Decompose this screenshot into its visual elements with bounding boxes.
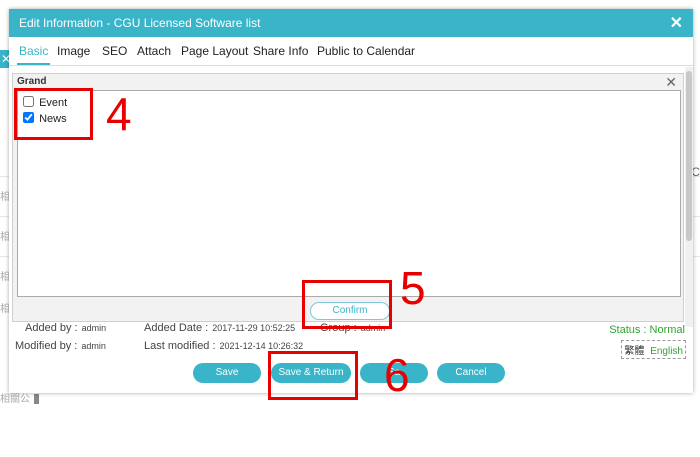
tab-page-layout[interactable]: Page Layout [181, 44, 248, 58]
modified-by: Modified by : admin [15, 340, 106, 352]
added-by: Added by : admin [25, 322, 107, 334]
status-text: Status : Normal [609, 324, 685, 336]
edit-information-dialog: Edit Information - CGU Licensed Software… [9, 9, 693, 393]
cancel-button[interactable]: Cancel [437, 363, 505, 383]
annotation-number-5: 5 [400, 262, 426, 314]
language-switcher: 繁體 English [621, 340, 686, 359]
highlight-box-save-return [268, 351, 358, 400]
tab-seo[interactable]: SEO [102, 44, 127, 58]
grand-close-icon[interactable]: ✕ [665, 74, 677, 91]
tab-share-info[interactable]: Share Info [253, 44, 308, 58]
tab-public-to-calendar[interactable]: Public to Calendar [317, 44, 415, 58]
save-button[interactable]: Save [193, 363, 261, 383]
tab-attach[interactable]: Attach [137, 44, 171, 58]
tab-basic[interactable]: Basic [16, 44, 51, 65]
tab-image[interactable]: Image [57, 44, 90, 58]
lang-english[interactable]: English [650, 346, 683, 357]
dialog-titlebar: Edit Information - CGU Licensed Software… [9, 9, 693, 37]
dialog-title: Edit Information - CGU Licensed Software… [19, 16, 261, 30]
highlight-box-confirm [302, 280, 392, 329]
lang-traditional-chinese[interactable]: 繁體 [624, 346, 644, 357]
dialog-scrollbar-thumb[interactable] [686, 71, 692, 241]
dialog-close-icon[interactable]: ✕ [670, 13, 683, 33]
annotation-number-6: 6 [384, 349, 410, 401]
tab-bar: Basic Image SEO Attach Page Layout Share… [9, 37, 693, 66]
highlight-box-categories [14, 88, 93, 140]
grand-title: Grand [17, 76, 47, 87]
annotation-number-4: 4 [106, 88, 132, 140]
added-date: Added Date :2017-11-29 10:52:25 [144, 322, 296, 334]
